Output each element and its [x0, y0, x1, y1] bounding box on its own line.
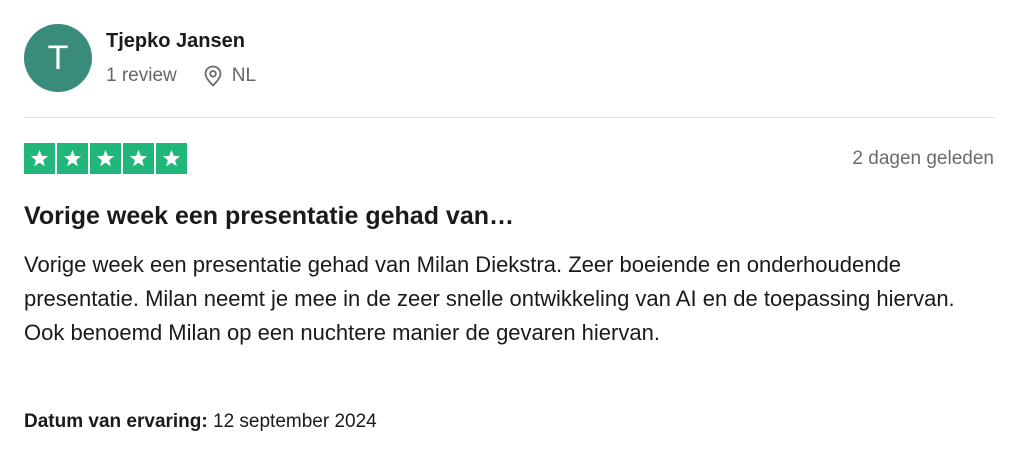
- experience-date-value: 12 september 2024: [213, 411, 377, 432]
- star-icon: [24, 143, 55, 174]
- avatar[interactable]: T: [24, 24, 92, 92]
- review-count: 1 review: [106, 65, 177, 86]
- experience-date-label: Datum van ervaring:: [24, 411, 208, 432]
- review-title[interactable]: Vorige week een presentatie gehad van…: [24, 201, 514, 231]
- review-date: 2 dagen geleden: [852, 148, 994, 169]
- reviewer-country: NL: [231, 65, 257, 86]
- reviewer-header: T Tjepko Jansen 1 review NL: [24, 24, 256, 92]
- star-icon: [90, 143, 121, 174]
- star-icon: [57, 143, 88, 174]
- reviewer-meta: 1 review NL: [106, 65, 256, 87]
- experience-date: Datum van ervaring: 12 september 2024: [24, 411, 377, 433]
- star-icon: [123, 143, 154, 174]
- star-rating: [24, 143, 189, 174]
- location-pin-icon: [203, 65, 223, 87]
- star-icon: [156, 143, 187, 174]
- reviewer-name[interactable]: Tjepko Jansen: [106, 29, 256, 53]
- reviewer-info: Tjepko Jansen 1 review NL: [106, 29, 256, 87]
- review-body: Vorige week een presentatie gehad van Mi…: [24, 252, 955, 345]
- divider: [24, 117, 995, 118]
- review-card: T Tjepko Jansen 1 review NL 2 dagen gele…: [0, 0, 1024, 450]
